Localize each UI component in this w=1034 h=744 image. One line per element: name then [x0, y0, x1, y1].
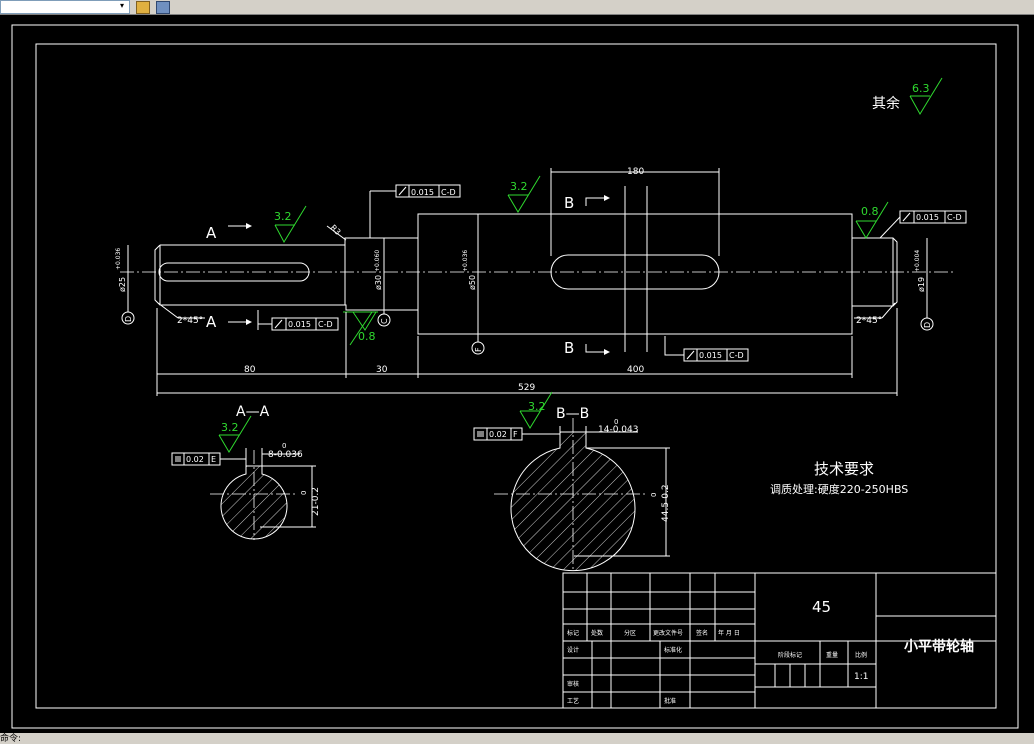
tb-ratio: 比例 — [855, 651, 867, 659]
dim-aa-depth: 21-0.2 — [311, 487, 321, 516]
dim-aa-depth-upper: 0 — [300, 491, 308, 495]
tb-material: 45 — [812, 598, 831, 616]
roughness-symbol-4 — [352, 311, 377, 331]
sym-value-e: 0.02 — [186, 455, 204, 464]
tb-col-count: 处数 — [591, 629, 603, 637]
runout-datum-bottom: C-D — [729, 351, 744, 360]
datum-d-left-label: D — [124, 316, 133, 322]
dim-80: 80 — [244, 365, 256, 375]
dim-d25: ø25 — [118, 277, 127, 292]
dim-d25-tol: +0.036 — [115, 248, 122, 270]
sym-value-f: 0.02 — [489, 430, 507, 439]
section-a-arrowhead-top — [246, 223, 252, 229]
dim-aa-key: 8-0.036 — [268, 450, 303, 460]
roughness-value-6: 3.2 — [528, 400, 546, 413]
sym-frame-e — [171, 452, 246, 466]
dim-fillet: R3 — [329, 223, 343, 237]
outer-frame — [11, 24, 1019, 729]
tb-col-mark: 标记 — [567, 629, 579, 637]
section-a-marker-bottom: A — [206, 313, 217, 331]
section-b-arrowhead-bottom — [604, 349, 610, 355]
dim-bb-depth-upper: 0 — [650, 493, 658, 497]
dim-bb-depth: 44.5-0.2 — [661, 484, 671, 522]
shaft-outline — [154, 213, 898, 335]
roughness-value-1: 3.2 — [510, 180, 528, 193]
tech-req-line1: 调质处理:硬度220-250HBS — [770, 482, 908, 496]
stack-icon[interactable] — [156, 1, 170, 14]
dim-d50: ø50 — [468, 275, 477, 290]
section-b-arrow-bottom — [585, 344, 604, 353]
dim-30: 30 — [376, 365, 388, 375]
section-b-marker-bottom: B — [564, 339, 574, 357]
roughness-value-4: 0.8 — [358, 330, 376, 343]
dim-d30: ø30 — [374, 275, 383, 290]
tb-design: 设计 — [567, 646, 579, 654]
roughness-value-2: 3.2 — [274, 210, 292, 223]
dim-chamfer-left: 2*45° — [177, 316, 203, 326]
tb-process: 工艺 — [567, 697, 579, 705]
tb-weight: 重量 — [826, 651, 838, 659]
section-a-marker-top: A — [206, 224, 217, 242]
tb-part-name: 小平带轮轴 — [904, 638, 974, 655]
command-prompt: 命令: — [0, 734, 22, 744]
section-a-arrowhead-bottom — [246, 319, 252, 325]
tb-approve: 批准 — [664, 697, 676, 705]
section-b-marker-top: B — [564, 194, 574, 212]
chamfer-right-leader — [881, 302, 896, 319]
tech-req-title: 技术要求 — [814, 460, 874, 478]
tb-col-change: 更改文件号 — [653, 629, 683, 637]
runout-datum-left: C-D — [318, 320, 333, 329]
sym-datum-f: F — [513, 430, 518, 439]
general-roughness-value: 6.3 — [912, 82, 930, 95]
section-b-arrowhead-top — [604, 195, 610, 201]
dim-d50-tol: +0.036 — [462, 250, 469, 272]
runout-value-bottom: 0.015 — [699, 351, 722, 360]
tb-col-zone: 分区 — [624, 629, 636, 637]
tb-scale: 1:1 — [854, 672, 868, 682]
dim-d19: ø19 — [917, 277, 926, 292]
tb-col-date: 年 月 日 — [718, 629, 740, 637]
general-roughness-label: 其余 — [872, 95, 900, 112]
tb-review: 审核 — [567, 680, 579, 688]
dim-aa-key-upper: 0 — [282, 442, 286, 450]
datum-f-label: F — [474, 347, 483, 352]
chevron-down-icon[interactable]: ▾ — [120, 0, 124, 12]
dim-400: 400 — [627, 365, 644, 375]
roughness-value-3: 0.8 — [861, 205, 879, 218]
runout-datum-right: C-D — [947, 213, 962, 222]
dim-529: 529 — [518, 383, 535, 393]
dim-d30-tol: +0.060 — [374, 250, 381, 272]
dim-bb-key: 14-0.043 — [598, 425, 638, 435]
command-line[interactable]: 命令: — [0, 733, 1034, 744]
section-bb-circle — [494, 418, 648, 572]
runout-value-left: 0.015 — [288, 320, 311, 329]
runout-value-right: 0.015 — [916, 213, 939, 222]
tb-standard: 标准化 — [664, 646, 682, 654]
tb-col-sign: 签名 — [696, 629, 708, 637]
drawing-canvas[interactable]: 其余 6.3 A A B B 180 3.2 3.2 0.8 0.8 R3 0.… — [0, 15, 1034, 733]
sym-datum-e: E — [211, 455, 216, 464]
datum-d-right-label: D — [923, 322, 932, 328]
dim-180: 180 — [627, 167, 644, 177]
section-aa-title: A—A — [236, 404, 270, 420]
runout-datum-top: C-D — [441, 188, 456, 197]
tb-stage: 阶段标记 — [778, 651, 802, 659]
runout-value-top: 0.015 — [411, 188, 434, 197]
toolbar: ▾ — [0, 0, 1034, 15]
layer-dropdown[interactable] — [0, 0, 130, 14]
layer-icon[interactable] — [136, 1, 150, 14]
dim-d19-tol: +0.004 — [914, 250, 921, 272]
dim-chamfer-right: 2*45° — [856, 316, 882, 326]
section-b-arrow-top — [585, 197, 604, 206]
roughness-value-5: 3.2 — [221, 421, 239, 434]
datum-c-label: C — [380, 318, 389, 324]
